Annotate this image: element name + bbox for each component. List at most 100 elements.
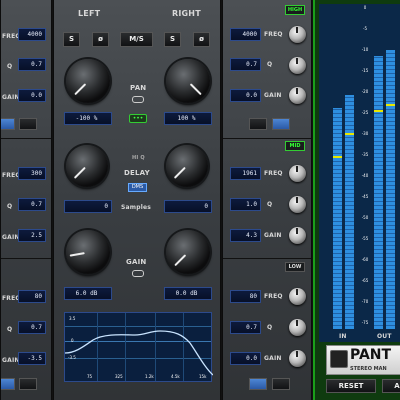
brand-name: PANT bbox=[350, 347, 392, 363]
eq-response-graph[interactable]: 3.5 0 -3.5 75 325 1.2k 4.5k 15k bbox=[64, 312, 213, 382]
high-q-field[interactable]: 0.7 bbox=[230, 58, 261, 71]
meter-tick-label: -60 bbox=[361, 257, 369, 262]
left-mid-q-field[interactable]: 0.7 bbox=[18, 198, 46, 211]
peak-out-right bbox=[386, 103, 395, 106]
left-low-filter-cut-button[interactable] bbox=[19, 378, 37, 390]
meter-scale: 0 -5 -10 -15 -20 -25 -30 -35 -40 -45 -50 -55 -60 -65 -… bbox=[357, 4, 371, 342]
meter-in-label: IN bbox=[339, 333, 347, 340]
left-low-freq-field[interactable]: 80 bbox=[18, 290, 46, 303]
high-gain-knob[interactable] bbox=[289, 87, 306, 104]
solo-left-button[interactable]: S bbox=[63, 32, 80, 47]
mid-gain-field[interactable]: 4.3 bbox=[230, 229, 261, 242]
delay-label: DELAY bbox=[124, 169, 150, 177]
pan-right-number: 100 bbox=[177, 115, 189, 122]
pan-right-value[interactable]: 100 % bbox=[164, 112, 212, 125]
graph-x-tick: 325 bbox=[115, 374, 123, 379]
graph-x-tick: 4.5k bbox=[171, 374, 180, 379]
peak-in-right bbox=[345, 133, 354, 135]
low-gain-field[interactable]: 0.0 bbox=[230, 352, 261, 365]
solo-right-button[interactable]: S bbox=[164, 32, 181, 47]
mid-gain-knob[interactable] bbox=[289, 227, 306, 244]
meter-tick-label: -20 bbox=[361, 89, 369, 94]
mid-q-knob[interactable] bbox=[289, 196, 306, 213]
graph-y-tick: 0 bbox=[71, 338, 74, 343]
delay-unit-label: Samples bbox=[121, 204, 152, 211]
mid-freq-field[interactable]: 1961 bbox=[230, 167, 261, 180]
pan-left-knob[interactable] bbox=[66, 59, 110, 103]
gain-left-knob[interactable] bbox=[66, 230, 110, 274]
left-mid-freq-field[interactable]: 300 bbox=[18, 167, 46, 180]
link-icon[interactable] bbox=[132, 96, 144, 103]
left-high-gain-field[interactable]: 0.0 bbox=[18, 89, 46, 102]
meter-tick-label: -55 bbox=[361, 236, 369, 241]
low-gain-knob[interactable] bbox=[289, 350, 306, 367]
freq-label: FREQ bbox=[264, 293, 283, 300]
level-meter: 0 -5 -10 -15 -20 -25 -30 -35 -40 -45 -50 -55 -60 -65 -… bbox=[319, 4, 400, 342]
a-button[interactable]: A bbox=[382, 379, 400, 393]
low-band-toggle[interactable]: LOW bbox=[285, 262, 305, 272]
high-q-knob[interactable] bbox=[289, 57, 306, 74]
meter-tick-label: -30 bbox=[361, 131, 369, 136]
peak-in-left bbox=[333, 155, 342, 158]
high-filter-shelf-button[interactable] bbox=[249, 118, 267, 130]
low-filter-cut-button[interactable] bbox=[272, 378, 290, 390]
low-freq-field[interactable]: 80 bbox=[230, 290, 261, 303]
hiq-label[interactable]: HI Q bbox=[132, 155, 145, 161]
graph-x-tick: 75 bbox=[87, 374, 93, 379]
meter-tick-label: -50 bbox=[361, 215, 369, 220]
left-low-q-field[interactable]: 0.7 bbox=[18, 321, 46, 334]
left-mid-gain-field[interactable]: 2.5 bbox=[18, 229, 46, 242]
gain-left-value[interactable]: 6.0 dB bbox=[64, 287, 112, 300]
phase-left-button[interactable]: ø bbox=[92, 32, 109, 47]
brand-subtitle: STEREO MAN bbox=[350, 366, 387, 372]
pan-link-toggle-icon[interactable]: ••• bbox=[129, 114, 147, 123]
low-freq-knob[interactable] bbox=[289, 288, 306, 305]
delay-right-knob[interactable] bbox=[166, 145, 208, 187]
mid-freq-knob[interactable] bbox=[289, 165, 306, 182]
left-high-freq-field[interactable]: 4000 bbox=[18, 28, 46, 41]
reset-button[interactable]: RESET bbox=[326, 379, 376, 393]
left-high-filter-shelf-button[interactable] bbox=[1, 118, 15, 130]
delay-left-value[interactable]: 0 bbox=[64, 200, 112, 213]
mid-q-field[interactable]: 1.0 bbox=[230, 198, 261, 211]
high-freq-field[interactable]: 4000 bbox=[230, 28, 261, 41]
left-eq-panel: FREQ 4000 Q 0.7 GAIN 0.0 FREQ 300 Q 0.7 … bbox=[0, 0, 52, 400]
meter-out-left bbox=[374, 56, 383, 329]
mid-side-button[interactable]: M/S bbox=[120, 32, 153, 47]
meter-tick-label: -15 bbox=[361, 68, 369, 73]
freq-label: FREQ bbox=[264, 170, 283, 177]
left-low-gain-field[interactable]: -3.5 bbox=[18, 352, 46, 365]
gain-link-icon[interactable] bbox=[132, 270, 144, 277]
low-q-field[interactable]: 0.7 bbox=[230, 321, 261, 334]
high-gain-field[interactable]: 0.0 bbox=[230, 89, 261, 102]
pan-label: PAN bbox=[130, 84, 147, 92]
phase-right-button[interactable]: ø bbox=[193, 32, 210, 47]
brand-logo-icon bbox=[330, 350, 348, 368]
q-label: Q bbox=[7, 326, 13, 333]
eq-curve bbox=[65, 330, 213, 376]
mid-band-toggle[interactable]: MID bbox=[285, 141, 305, 151]
gain-right-value[interactable]: 0.0 dB bbox=[164, 287, 212, 300]
left-high-filter-peak-button[interactable] bbox=[19, 118, 37, 130]
pan-left-unit: % bbox=[93, 115, 98, 122]
delay-left-knob[interactable] bbox=[66, 145, 108, 187]
left-high-q-field[interactable]: 0.7 bbox=[18, 58, 46, 71]
pan-left-value[interactable]: -100 % bbox=[64, 112, 112, 125]
divider bbox=[1, 258, 51, 259]
high-band-toggle[interactable]: HIGH bbox=[285, 5, 305, 15]
gain-label: GAIN bbox=[264, 232, 282, 239]
low-q-knob[interactable] bbox=[289, 319, 306, 336]
gain-right-knob[interactable] bbox=[166, 230, 210, 274]
pan-right-knob[interactable] bbox=[166, 59, 210, 103]
delay-ms-toggle[interactable]: DMS bbox=[128, 183, 147, 192]
meter-tick-label: -75 bbox=[361, 320, 369, 325]
gain-left-unit: dB bbox=[90, 290, 98, 297]
q-label: Q bbox=[7, 203, 13, 210]
graph-x-tick: 1.2k bbox=[145, 374, 154, 379]
left-low-filter-shelf-button[interactable] bbox=[1, 378, 15, 390]
low-filter-shelf-button[interactable] bbox=[249, 378, 267, 390]
high-filter-peak-button[interactable] bbox=[272, 118, 290, 130]
high-freq-knob[interactable] bbox=[289, 26, 306, 43]
meter-in-left bbox=[333, 108, 342, 329]
delay-right-value[interactable]: 0 bbox=[164, 200, 212, 213]
